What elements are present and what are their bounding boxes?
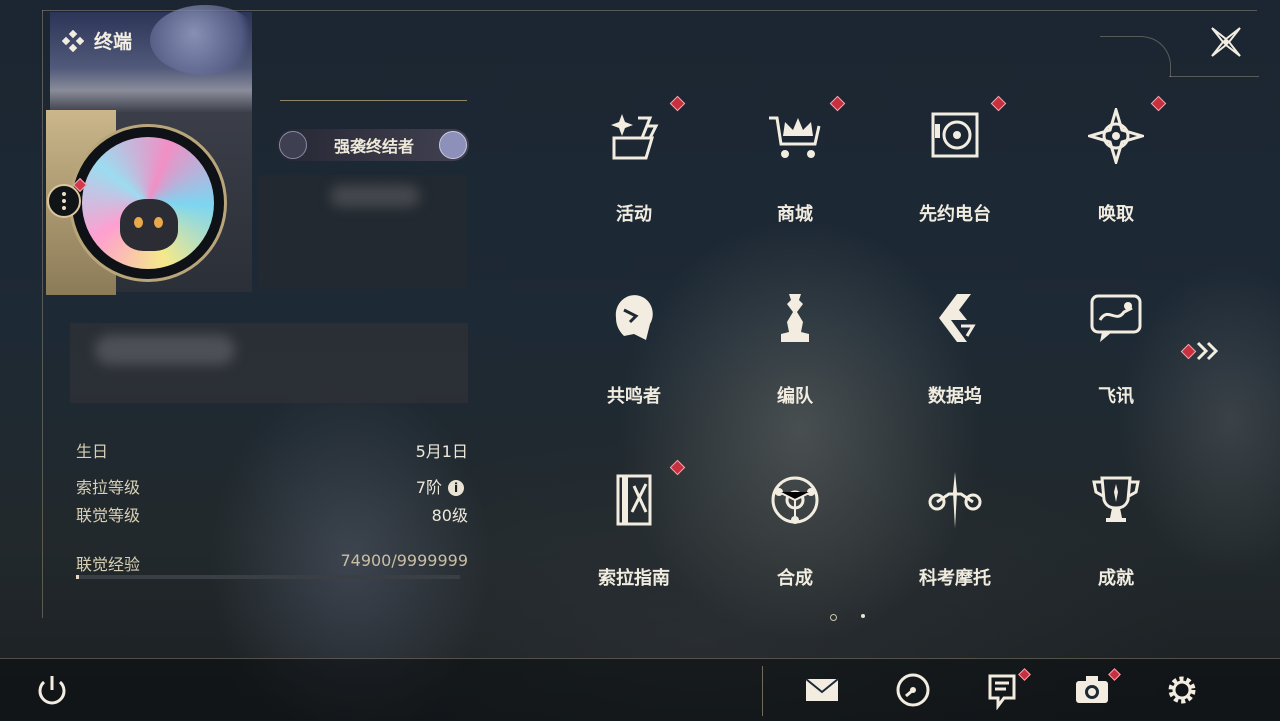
menu-item-resonators[interactable]: 共鸣者	[564, 290, 704, 440]
mail-icon[interactable]	[802, 670, 842, 710]
blurred-signature	[95, 335, 235, 365]
double-chevron-right-icon[interactable]	[1192, 340, 1232, 362]
info-icon[interactable]: i	[448, 480, 464, 496]
shop-crown-cart-icon	[769, 116, 821, 158]
menu-item-data-dock[interactable]: 数据坞	[885, 290, 1025, 440]
blurred-name	[330, 185, 420, 207]
menu-label: 先约电台	[919, 204, 991, 225]
menu-label: 商城	[777, 204, 813, 225]
moon-decoration	[150, 5, 260, 75]
menu-item-achievements[interactable]: 成就	[1046, 472, 1186, 622]
menu-item-guide[interactable]: 索拉指南	[564, 472, 704, 622]
dragon-emblem-icon	[279, 131, 307, 159]
frame-line	[42, 10, 43, 618]
guide-book-icon	[616, 474, 652, 526]
union-level-value: 80级	[431, 506, 468, 525]
avatar-cat	[120, 199, 178, 251]
close-icon[interactable]	[1206, 22, 1246, 62]
title-badge-label: 强袭终结者	[333, 137, 414, 156]
clock-icon[interactable]	[893, 670, 933, 710]
trophy-icon	[1092, 476, 1140, 522]
avatar-eye	[134, 217, 143, 228]
badge-gem-icon	[439, 131, 467, 159]
page-indicator[interactable]	[861, 614, 865, 618]
avatar[interactable]	[69, 124, 227, 282]
diamond-cluster-icon	[62, 29, 84, 52]
radio-speaker-icon	[931, 112, 979, 158]
synthesis-orbit-icon	[771, 476, 819, 524]
notice-icon[interactable]	[982, 670, 1022, 710]
birthday-value: 5月1日	[415, 442, 468, 461]
page-indicator-current[interactable]	[830, 614, 837, 621]
frame-line	[1100, 36, 1171, 77]
menu-item-shop[interactable]: 商城	[725, 108, 865, 258]
resonator-portrait-icon	[615, 295, 653, 340]
menu-label: 活动	[616, 204, 652, 225]
menu-label: 科考摩托	[919, 568, 991, 589]
data-dock-icon	[939, 294, 976, 342]
menu-item-team[interactable]: 编队	[725, 290, 865, 440]
sol-level-value: 7阶	[415, 478, 442, 497]
sol-level-value-wrap: 7阶 i	[416, 474, 464, 498]
compass-star-icon	[1088, 108, 1144, 164]
power-icon[interactable]	[32, 670, 72, 710]
chess-piece-icon	[781, 294, 809, 342]
menu-label: 成就	[1098, 568, 1134, 589]
union-exp-value: 74900/9999999	[340, 551, 468, 570]
page-title: 终端	[62, 27, 132, 54]
sparkle-activity-icon	[611, 114, 659, 160]
avatar-eye	[154, 217, 163, 228]
menu-label: 编队	[777, 386, 813, 407]
menu-label: 共鸣者	[607, 386, 661, 407]
menu-item-synthesis[interactable]: 合成	[725, 472, 865, 622]
title-badge[interactable]: 强袭终结者	[277, 129, 469, 161]
name-divider	[280, 100, 467, 101]
birthday-label: 生日	[76, 442, 109, 461]
avatar-image	[82, 137, 214, 269]
camera-icon[interactable]	[1072, 670, 1112, 710]
sol-level-label: 索拉等级	[76, 478, 141, 497]
menu-item-activity[interactable]: 活动	[564, 108, 704, 258]
menu-label: 唤取	[1098, 204, 1134, 225]
exp-progress-bar	[76, 575, 460, 579]
menu-label: 合成	[777, 568, 813, 589]
chat-message-icon	[1090, 294, 1142, 342]
menu-label: 飞讯	[1098, 386, 1134, 407]
exp-progress-fill	[76, 575, 79, 579]
settings-gear-icon[interactable]	[1162, 670, 1202, 710]
menu-item-radio[interactable]: 先约电台	[885, 108, 1025, 258]
frame-line	[1169, 76, 1259, 77]
menu-item-messages[interactable]: 飞讯	[1046, 290, 1186, 440]
menu-item-convene[interactable]: 唤取	[1046, 108, 1186, 258]
motorcycle-icon	[928, 472, 982, 528]
more-vertical-icon[interactable]	[47, 184, 81, 218]
menu-label: 索拉指南	[598, 568, 670, 589]
union-exp-label: 联觉经验	[76, 555, 141, 574]
title-label: 终端	[94, 31, 133, 53]
menu-item-motorcycle[interactable]: 科考摩托	[885, 472, 1025, 622]
union-level-label: 联觉等级	[76, 506, 141, 525]
bottom-divider	[762, 666, 763, 716]
menu-label: 数据坞	[928, 386, 982, 407]
